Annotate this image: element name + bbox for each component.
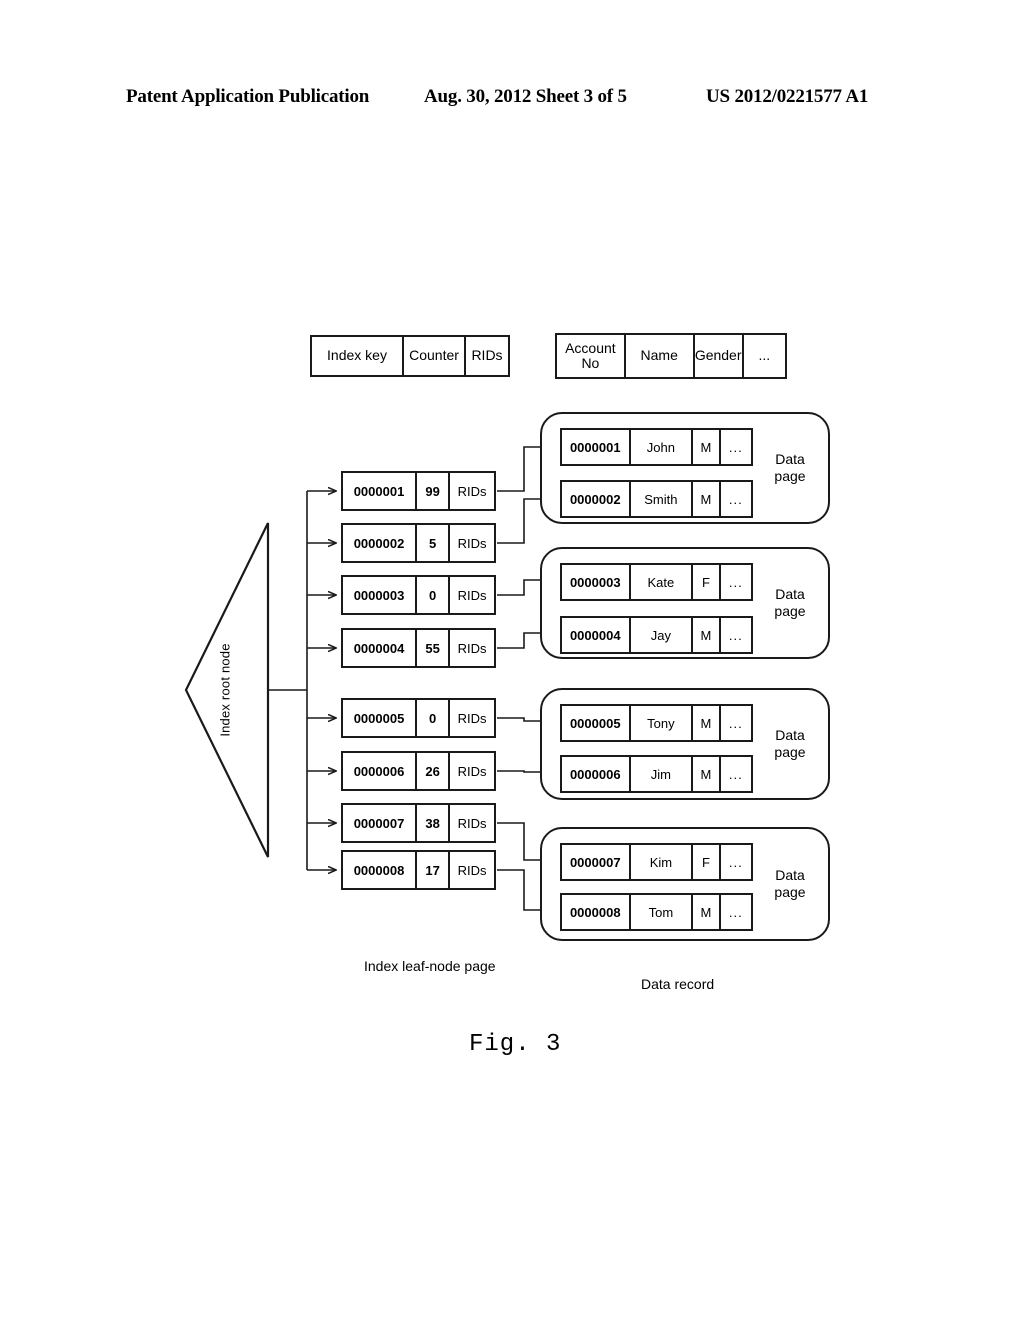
record-name: Jay xyxy=(631,618,694,652)
record-gender: F xyxy=(693,565,721,599)
record-account-no: 0000008 xyxy=(562,895,631,929)
index-row-rids: RIDs xyxy=(457,483,487,499)
record-more: ... xyxy=(728,627,743,643)
record-account-no: 0000006 xyxy=(562,757,631,791)
index-row-key: 0000001 xyxy=(343,473,418,509)
data-record-row: 0000008 Tom M ... xyxy=(560,893,753,931)
record-more: ... xyxy=(728,766,743,782)
caption-index-leaf-node-page: Index leaf-node page xyxy=(364,958,496,974)
index-row-rids: RIDs xyxy=(457,535,487,551)
index-row-key: 0000007 xyxy=(343,805,418,841)
index-row-key: 0000004 xyxy=(343,630,418,666)
index-root-node-label: Index root node xyxy=(217,643,233,737)
index-leaf-row: 0000001 99 RIDs xyxy=(341,471,496,511)
index-row-counter: 0 xyxy=(417,700,451,736)
data-page-label: Data page xyxy=(774,867,806,900)
index-row-counter: 55 xyxy=(417,630,451,666)
index-row-rids: RIDs xyxy=(457,710,487,726)
record-name: Tom xyxy=(631,895,694,929)
record-gender: M xyxy=(693,895,721,929)
data-page-label: Data page xyxy=(774,586,806,619)
index-row-key: 0000005 xyxy=(343,700,418,736)
record-account-no: 0000004 xyxy=(562,618,631,652)
schema-cell-gender: Gender xyxy=(695,335,744,377)
index-leaf-row: 0000004 55 RIDs xyxy=(341,628,496,668)
data-page-label: Data page xyxy=(774,727,806,760)
index-row-counter: 5 xyxy=(417,525,451,561)
record-account-no: 0000001 xyxy=(562,430,631,464)
index-row-rids: RIDs xyxy=(457,587,487,603)
schema-cell-index-key: Index key xyxy=(312,337,404,375)
index-leaf-row: 0000006 26 RIDs xyxy=(341,751,496,791)
index-row-counter: 0 xyxy=(417,577,451,613)
schema-cell-rids: RIDs xyxy=(471,347,503,364)
data-record-row: 0000004 Jay M ... xyxy=(560,616,753,654)
index-row-key: 0000008 xyxy=(343,852,418,888)
record-gender: M xyxy=(693,430,721,464)
record-name: Kate xyxy=(631,565,694,599)
index-entry-schema: Index key Counter RIDs xyxy=(310,335,510,377)
index-row-rids: RIDs xyxy=(457,815,487,831)
connector-layer xyxy=(184,0,1024,1320)
data-record-row: 0000002 Smith M ... xyxy=(560,480,753,518)
record-more: ... xyxy=(728,715,743,731)
record-account-no: 0000005 xyxy=(562,706,631,740)
record-name: John xyxy=(631,430,694,464)
record-name: Tony xyxy=(631,706,694,740)
index-leaf-row: 0000002 5 RIDs xyxy=(341,523,496,563)
index-row-counter: 26 xyxy=(417,753,451,789)
index-root-node: Index root node xyxy=(182,523,268,857)
index-row-rids: RIDs xyxy=(457,763,487,779)
root-to-leaf-arrows xyxy=(307,491,336,870)
data-page: 0000007 Kim F ... 0000008 Tom M ... Data… xyxy=(540,827,830,941)
index-leaf-row: 0000007 38 RIDs xyxy=(341,803,496,843)
caption-data-record: Data record xyxy=(641,976,715,992)
index-row-counter: 99 xyxy=(417,473,451,509)
record-gender: M xyxy=(693,706,721,740)
schema-cell-more: ... xyxy=(758,347,771,364)
index-row-key: 0000002 xyxy=(343,525,418,561)
index-row-counter: 38 xyxy=(417,805,451,841)
data-record-row: 0000003 Kate F ... xyxy=(560,563,753,601)
schema-cell-account-no: Account No xyxy=(557,335,626,377)
data-record-row: 0000005 Tony M ... xyxy=(560,704,753,742)
index-row-rids: RIDs xyxy=(457,862,487,878)
index-row-key: 0000003 xyxy=(343,577,418,613)
record-more: ... xyxy=(728,491,743,507)
record-name: Smith xyxy=(631,482,694,516)
record-gender: F xyxy=(693,845,721,879)
index-row-key: 0000006 xyxy=(343,753,418,789)
index-leaf-row: 0000005 0 RIDs xyxy=(341,698,496,738)
data-page: 0000001 John M ... 0000002 Smith M ... D… xyxy=(540,412,830,524)
record-more: ... xyxy=(728,904,743,920)
schema-cell-counter: Counter xyxy=(404,337,466,375)
patent-figure-3: Index key Counter RIDs Account No Name G… xyxy=(0,0,1024,1320)
data-page: 0000005 Tony M ... 0000006 Jim M ... Dat… xyxy=(540,688,830,800)
record-account-no: 0000007 xyxy=(562,845,631,879)
record-gender: M xyxy=(693,757,721,791)
figure-number-label: Fig. 3 xyxy=(469,1031,562,1058)
record-gender: M xyxy=(693,482,721,516)
data-page: 0000003 Kate F ... 0000004 Jay M ... Dat… xyxy=(540,547,830,659)
record-name: Kim xyxy=(631,845,694,879)
record-more: ... xyxy=(728,439,743,455)
record-more: ... xyxy=(728,574,743,590)
index-leaf-row: 0000008 17 RIDs xyxy=(341,850,496,890)
record-more: ... xyxy=(728,854,743,870)
index-row-rids: RIDs xyxy=(457,640,487,656)
data-record-row: 0000006 Jim M ... xyxy=(560,755,753,793)
record-account-no: 0000003 xyxy=(562,565,631,599)
schema-cell-name: Name xyxy=(626,335,695,377)
data-page-label: Data page xyxy=(774,451,806,484)
data-record-row: 0000001 John M ... xyxy=(560,428,753,466)
record-gender: M xyxy=(693,618,721,652)
record-name: Jim xyxy=(631,757,694,791)
index-leaf-row: 0000003 0 RIDs xyxy=(341,575,496,615)
index-row-counter: 17 xyxy=(417,852,451,888)
data-record-row: 0000007 Kim F ... xyxy=(560,843,753,881)
record-account-no: 0000002 xyxy=(562,482,631,516)
data-record-schema: Account No Name Gender ... xyxy=(555,333,787,379)
